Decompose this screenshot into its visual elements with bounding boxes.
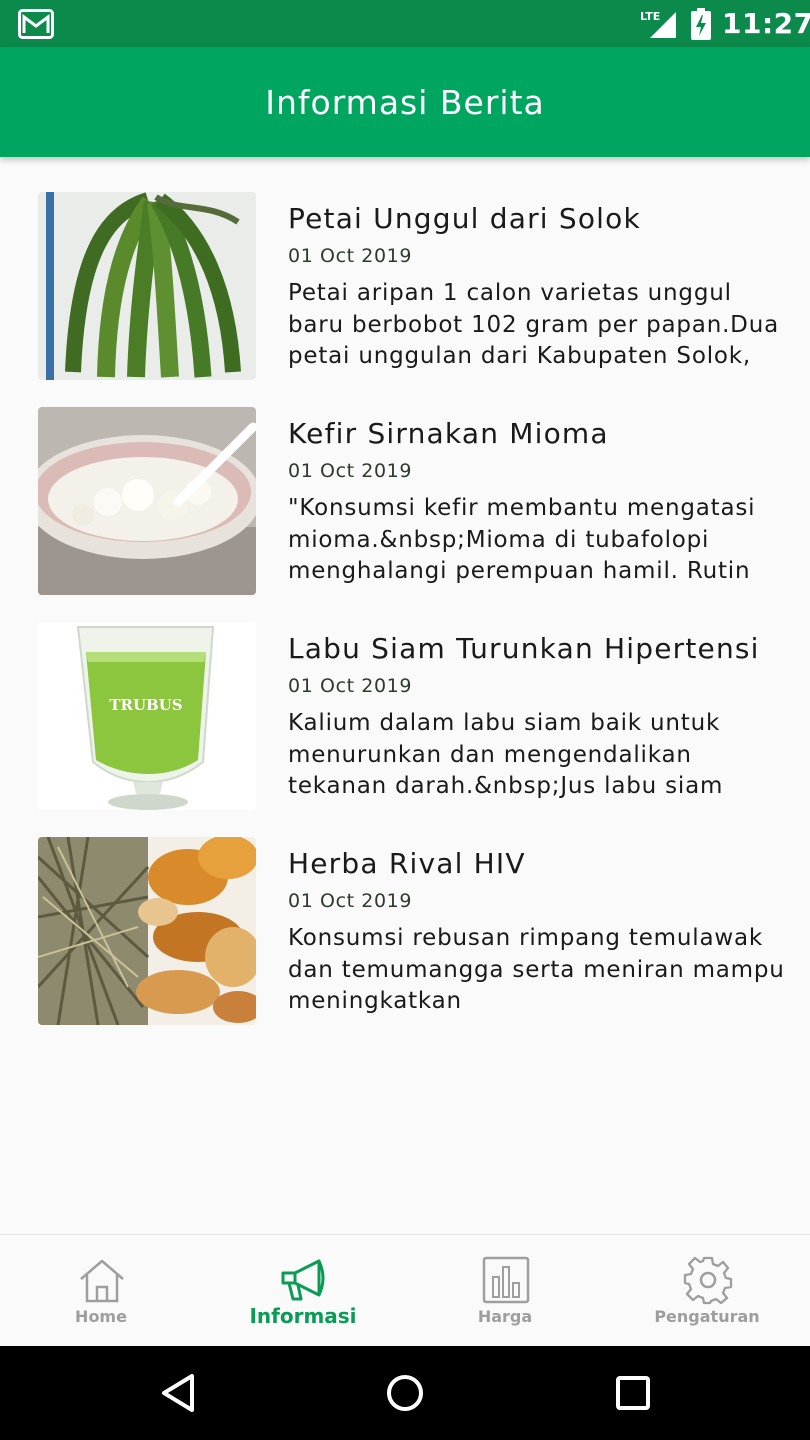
battery-charging-icon [691, 8, 711, 40]
nav-label: Harga [477, 1307, 533, 1326]
juice-brand-text: TRUBUS [109, 696, 182, 714]
news-date: 01 Oct 2019 [288, 460, 413, 482]
nav-item-pengaturan[interactable]: Pengaturan [606, 1235, 808, 1347]
nav-label: Home [75, 1307, 127, 1326]
nav-item-harga[interactable]: Harga [404, 1235, 606, 1347]
gear-icon [683, 1256, 733, 1305]
mail-notification-icon [18, 9, 54, 39]
news-item[interactable]: TRUBUS Labu Siam Turunkan Hipertensi 01 … [0, 622, 810, 812]
home-icon [80, 1259, 124, 1303]
lte-signal-icon: LTE [640, 10, 676, 38]
app-bar: Informasi Berita [0, 47, 810, 157]
system-navigation-bar [0, 1346, 810, 1440]
page-title: Informasi Berita [265, 83, 545, 122]
nav-label: Pengaturan [654, 1307, 760, 1326]
back-icon[interactable] [152, 1368, 202, 1418]
nav-label: Informasi [249, 1304, 357, 1328]
news-title: Labu Siam Turunkan Hipertensi [288, 632, 760, 665]
news-title: Petai Unggul dari Solok [288, 202, 641, 235]
bottom-navigation: Home Informasi Harga Pengaturan [0, 1234, 810, 1346]
recents-icon[interactable] [608, 1368, 658, 1418]
news-title: Kefir Sirnakan Mioma [288, 417, 609, 450]
news-item[interactable]: Herba Rival HIV 01 Oct 2019 Konsumsi reb… [0, 837, 810, 1027]
news-date: 01 Oct 2019 [288, 675, 413, 697]
news-excerpt: Konsumsi rebusan rimpang temulawak dan t… [288, 925, 785, 1014]
status-bar: LTE 11:27 [0, 0, 810, 47]
news-item[interactable]: Kefir Sirnakan Mioma 01 Oct 2019 "Konsum… [0, 407, 810, 597]
petai-image [38, 192, 256, 380]
news-date: 01 Oct 2019 [288, 890, 413, 912]
herbs-image [38, 837, 256, 1025]
juice-image: TRUBUS [38, 622, 256, 810]
network-label: LTE [640, 10, 660, 23]
news-item[interactable]: Petai Unggul dari Solok 01 Oct 2019 Peta… [0, 192, 810, 382]
news-title: Herba Rival HIV [288, 847, 526, 880]
nav-item-home[interactable]: Home [0, 1235, 202, 1347]
bar-chart-icon [482, 1256, 530, 1304]
nav-item-informasi[interactable]: Informasi [202, 1235, 404, 1347]
news-excerpt: Kalium dalam labu siam baik untuk menuru… [288, 710, 724, 799]
megaphone-icon [281, 1259, 325, 1301]
home-circle-icon[interactable] [380, 1368, 430, 1418]
status-time: 11:27 [722, 7, 810, 40]
news-excerpt: "Konsumsi kefir membantu mengatasi mioma… [288, 495, 756, 584]
kefir-image [38, 407, 256, 595]
news-excerpt: Petai aripan 1 calon varietas unggul bar… [288, 280, 779, 369]
news-date: 01 Oct 2019 [288, 245, 413, 267]
